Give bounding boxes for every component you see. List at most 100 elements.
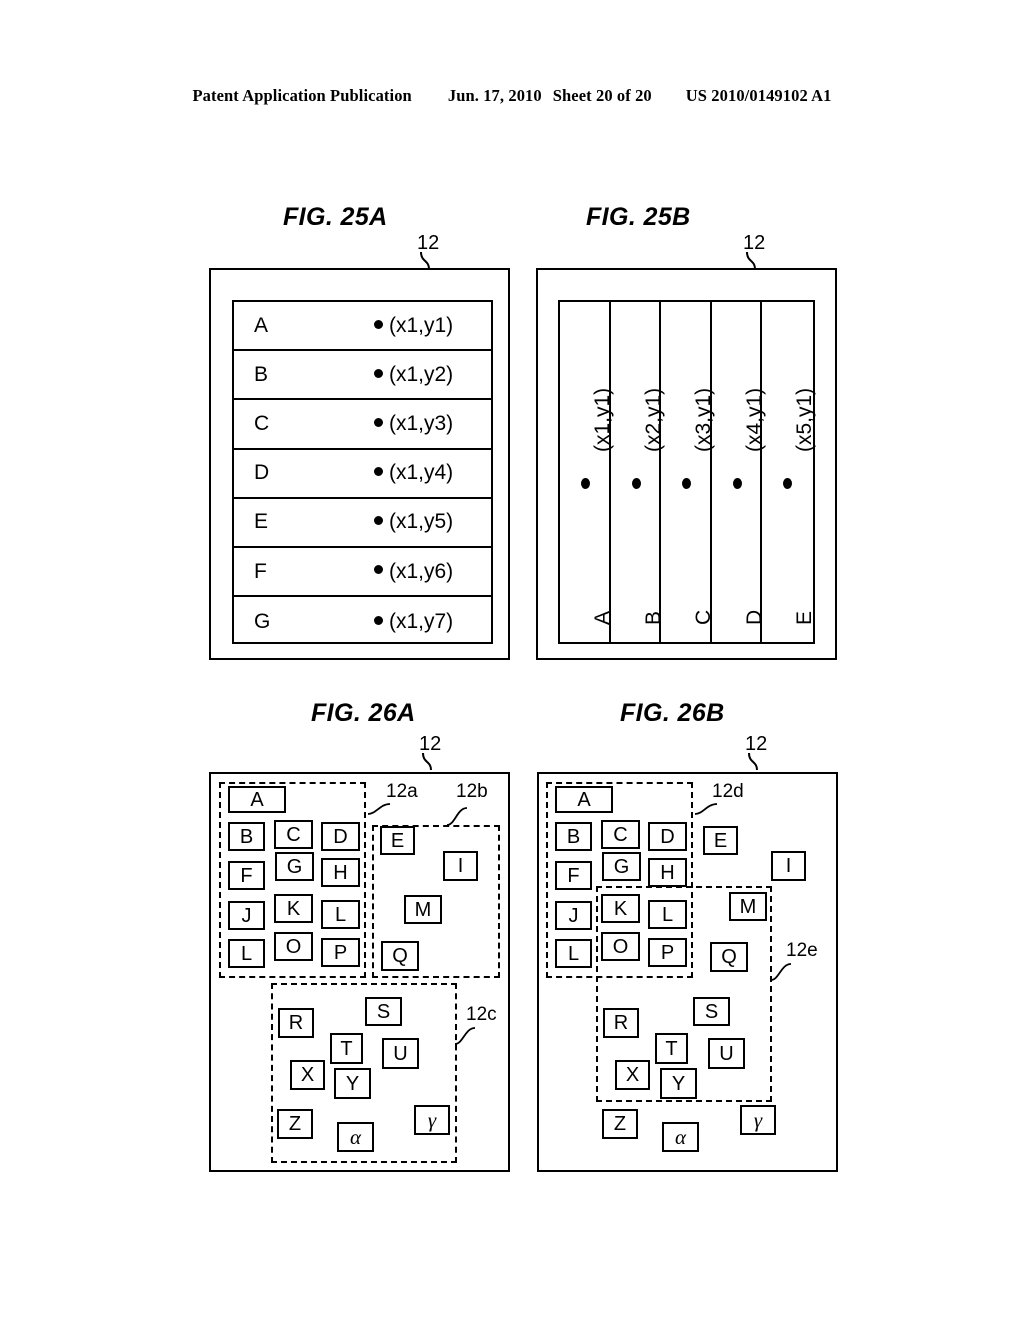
- table-row: F (x1,y6): [234, 548, 491, 598]
- letter-box[interactable]: α: [662, 1122, 699, 1152]
- letter-box[interactable]: O: [274, 932, 313, 961]
- letter-box[interactable]: L: [228, 939, 265, 968]
- letter-box[interactable]: Z: [277, 1109, 313, 1139]
- bullet-icon: [374, 615, 383, 625]
- letter-box[interactable]: S: [693, 997, 730, 1026]
- letter-box[interactable]: H: [648, 858, 687, 887]
- header-document-number: US 2010/0149102 A1: [685, 86, 832, 105]
- letter-box[interactable]: K: [601, 894, 640, 923]
- leader-line-12e: [770, 963, 792, 981]
- table-column: (x5,y1) E: [762, 302, 816, 642]
- row-coordinate: (x1,y5): [374, 510, 453, 534]
- letter-box[interactable]: γ: [414, 1105, 450, 1135]
- letter-box[interactable]: X: [290, 1060, 325, 1090]
- letter-box[interactable]: K: [274, 894, 313, 923]
- letter-box[interactable]: I: [771, 851, 806, 881]
- letter-box[interactable]: J: [555, 901, 592, 930]
- table-column: (x4,y1) D: [712, 302, 766, 642]
- letter-box[interactable]: M: [729, 892, 767, 921]
- letter-box[interactable]: L: [555, 939, 592, 968]
- letter-box[interactable]: A: [228, 786, 286, 813]
- table-row: B (x1,y2): [234, 351, 491, 401]
- row-coordinate: (x1,y6): [374, 560, 453, 584]
- letter-box[interactable]: E: [380, 826, 415, 855]
- figure-title-26a: FIG. 26A: [311, 699, 416, 727]
- figure-title-25a: FIG. 25A: [283, 203, 388, 231]
- row-label: B: [254, 362, 269, 386]
- letter-box[interactable]: L: [648, 900, 687, 929]
- letter-box[interactable]: P: [321, 938, 360, 967]
- letter-box[interactable]: P: [648, 938, 687, 967]
- letter-box[interactable]: B: [228, 822, 265, 851]
- row-label: G: [254, 609, 271, 633]
- letter-box[interactable]: γ: [740, 1105, 776, 1135]
- letter-box[interactable]: J: [228, 901, 265, 930]
- bullet-icon: [374, 565, 383, 575]
- letter-box[interactable]: C: [274, 820, 313, 849]
- table-column: (x3,y1) C: [661, 302, 715, 642]
- letter-box[interactable]: H: [321, 858, 360, 887]
- publication-header: Patent Application Publication Jun. 17, …: [0, 86, 1024, 106]
- letter-box[interactable]: F: [555, 861, 592, 890]
- letter-box[interactable]: M: [404, 895, 442, 924]
- figure-title-26b: FIG. 26B: [620, 699, 725, 727]
- table-row: D (x1,y4): [234, 450, 491, 499]
- table-row: A (x1,y1): [234, 302, 491, 352]
- row-coordinate: (x1,y7): [374, 610, 453, 634]
- letter-box[interactable]: Q: [710, 942, 748, 972]
- letter-box[interactable]: C: [601, 820, 640, 849]
- row-coordinate: (x1,y1): [374, 314, 453, 338]
- letter-box[interactable]: Q: [381, 941, 419, 971]
- leader-line-12a: [367, 803, 391, 815]
- bullet-icon: [374, 467, 383, 477]
- letter-box[interactable]: G: [275, 852, 314, 881]
- table-row: C (x1,y3): [234, 400, 491, 450]
- bullet-icon: [374, 368, 383, 378]
- letter-box[interactable]: T: [655, 1033, 688, 1064]
- letter-box[interactable]: T: [330, 1033, 363, 1064]
- letter-box[interactable]: O: [601, 932, 640, 961]
- letter-box[interactable]: U: [382, 1038, 419, 1069]
- row-coordinate: (x1,y2): [374, 363, 453, 387]
- header-publication: Patent Application Publication: [192, 86, 412, 105]
- letter-box[interactable]: G: [602, 852, 641, 881]
- letter-box[interactable]: α: [337, 1122, 374, 1152]
- letter-box[interactable]: U: [708, 1038, 745, 1069]
- letter-box[interactable]: B: [555, 822, 592, 851]
- row-coordinate: (x1,y4): [374, 461, 453, 485]
- leader-line-12c: [454, 1027, 476, 1045]
- fig25b-table: (x1,y1) A (x2,y1) B (x3,y1) C (x4,y1) D …: [558, 300, 816, 644]
- letter-box[interactable]: F: [228, 861, 265, 890]
- letter-box[interactable]: E: [703, 826, 738, 855]
- letter-box[interactable]: Z: [602, 1109, 638, 1139]
- bullet-icon: [732, 478, 742, 489]
- letter-box[interactable]: S: [365, 997, 402, 1026]
- letter-box[interactable]: Y: [660, 1068, 697, 1099]
- row-label: F: [254, 559, 267, 583]
- letter-box[interactable]: L: [321, 900, 360, 929]
- table-row: E (x1,y5): [234, 499, 491, 548]
- header-sheet: Sheet 20 of 20: [552, 86, 652, 105]
- letter-box[interactable]: A: [555, 786, 613, 813]
- letter-box[interactable]: R: [603, 1008, 639, 1038]
- row-label: D: [254, 461, 270, 485]
- letter-box[interactable]: D: [648, 822, 687, 851]
- bullet-icon: [783, 478, 793, 489]
- letter-box[interactable]: Y: [334, 1068, 371, 1099]
- fig25a-table: A (x1,y1) B (x1,y2) C (x1,y3) D (x1,y4) …: [232, 300, 493, 644]
- column-label: E: [793, 610, 817, 625]
- column-coordinate: (x5,y1): [793, 387, 817, 452]
- row-label: C: [254, 411, 270, 435]
- row-coordinate: (x1,y3): [374, 412, 453, 436]
- table-row: G (x1,y7): [234, 597, 491, 646]
- figure-title-25b: FIG. 25B: [586, 203, 691, 231]
- table-column: (x2,y1) B: [611, 302, 665, 642]
- row-label: A: [254, 313, 269, 337]
- letter-box[interactable]: I: [443, 851, 478, 881]
- letter-box[interactable]: R: [278, 1008, 314, 1038]
- bullet-icon: [374, 516, 383, 526]
- bullet-icon: [374, 319, 383, 329]
- letter-box[interactable]: X: [615, 1060, 650, 1090]
- leader-line-12b: [446, 807, 468, 826]
- letter-box[interactable]: D: [321, 822, 360, 851]
